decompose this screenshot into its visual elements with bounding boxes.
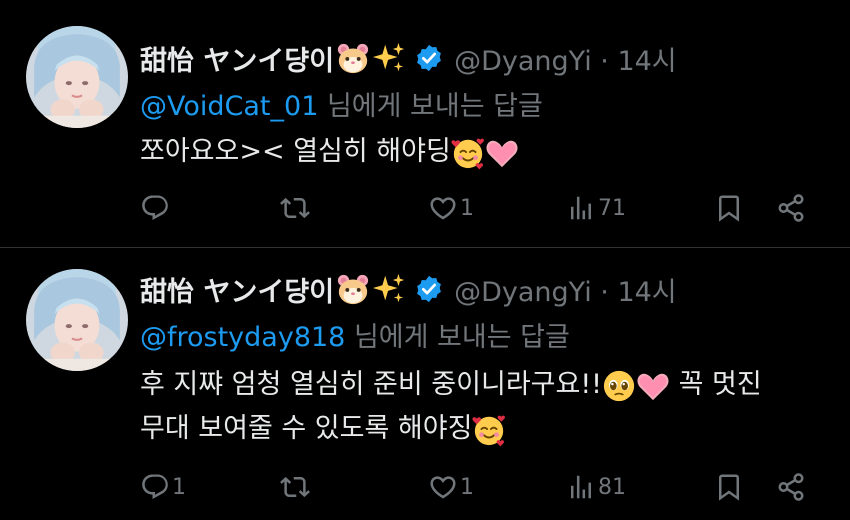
reply-icon — [140, 472, 170, 502]
tweet[interactable]: 甜怡 ヤンイ댱이 @DyangYi · 14시 @frostyday818 님에… — [0, 249, 850, 520]
tweet-header: 甜怡 ヤンイ댱이 @DyangYi · 14시 — [140, 38, 677, 78]
reply-button[interactable] — [140, 188, 172, 228]
tweet-header: 甜怡 ヤンイ댱이 @DyangYi · 14시 — [140, 269, 677, 309]
reply-button[interactable]: 1 — [140, 467, 186, 507]
retweet-icon — [280, 472, 310, 502]
display-name[interactable]: 甜怡 ヤンイ댱이 — [140, 270, 334, 309]
action-bar: 1 71 — [130, 188, 820, 228]
action-bar: 1 1 81 — [130, 467, 820, 507]
pleading-face-emoji — [602, 369, 636, 403]
avatar[interactable] — [26, 269, 128, 371]
pink-heart-emoji — [485, 136, 519, 170]
hamster-emoji — [336, 41, 370, 75]
verified-badge-icon[interactable] — [414, 43, 444, 73]
reply-suffix: 님에게 보내는 답글 — [318, 91, 543, 122]
handle-time[interactable]: @DyangYi · 14시 — [454, 39, 677, 78]
views-icon — [566, 193, 596, 223]
avatar[interactable] — [26, 26, 128, 128]
retweet-button[interactable] — [280, 467, 312, 507]
like-count: 1 — [460, 195, 474, 221]
bookmark-button[interactable] — [714, 188, 744, 228]
views-button[interactable]: 81 — [566, 467, 626, 507]
like-count: 1 — [460, 474, 474, 500]
handle-time[interactable]: @DyangYi · 14시 — [454, 270, 677, 309]
verified-badge-icon[interactable] — [414, 274, 444, 304]
retweet-icon — [280, 193, 310, 223]
mention-link[interactable]: @frostyday818 — [140, 322, 345, 353]
bookmark-button[interactable] — [714, 467, 744, 507]
pink-heart-emoji — [636, 369, 670, 403]
hamster-emoji — [336, 272, 370, 306]
bookmark-icon — [714, 472, 744, 502]
tweet-text: 후 지쨔 엄청 열심히 준비 중이니라구요!! 꼭 멋진 무대 보여줄 수 있도… — [140, 363, 830, 451]
tweet-text: 쪼아요오>< 열심히 해야딩 — [140, 130, 830, 174]
share-button[interactable] — [776, 188, 806, 228]
share-icon — [776, 472, 806, 502]
smiling-face-with-hearts-emoji — [451, 136, 485, 170]
tweet[interactable]: 甜怡 ヤンイ댱이 @DyangYi · 14시 @VoidCat_01 님에게 … — [0, 0, 850, 248]
views-button[interactable]: 71 — [566, 188, 626, 228]
mention-link[interactable]: @VoidCat_01 — [140, 91, 318, 122]
like-button[interactable]: 1 — [428, 467, 474, 507]
bookmark-icon — [714, 193, 744, 223]
retweet-button[interactable] — [280, 188, 312, 228]
reply-context: @frostyday818 님에게 보내는 답글 — [140, 315, 570, 354]
reply-context: @VoidCat_01 님에게 보내는 답글 — [140, 84, 543, 123]
like-button[interactable]: 1 — [428, 188, 474, 228]
view-count: 71 — [598, 195, 626, 221]
reply-icon — [140, 193, 170, 223]
sparkles-emoji — [372, 41, 406, 75]
tweet-text-line: 쪼아요오>< 열심히 해야딩 — [140, 136, 451, 167]
heart-icon — [428, 193, 458, 223]
smiling-face-with-hearts-emoji — [472, 413, 506, 447]
reply-suffix: 님에게 보내는 답글 — [345, 322, 570, 353]
sparkles-emoji — [372, 272, 406, 306]
display-name[interactable]: 甜怡 ヤンイ댱이 — [140, 39, 334, 78]
reply-count: 1 — [172, 474, 186, 500]
heart-icon — [428, 472, 458, 502]
views-icon — [566, 472, 596, 502]
share-button[interactable] — [776, 467, 806, 507]
tweet-text-line: 꼭 멋진 — [678, 369, 762, 400]
view-count: 81 — [598, 474, 626, 500]
share-icon — [776, 193, 806, 223]
tweet-text-line: 무대 보여줄 수 있도록 해야징 — [140, 413, 473, 444]
tweet-text-line: 후 지쨔 엄청 열심히 준비 중이니라구요!! — [140, 369, 602, 400]
